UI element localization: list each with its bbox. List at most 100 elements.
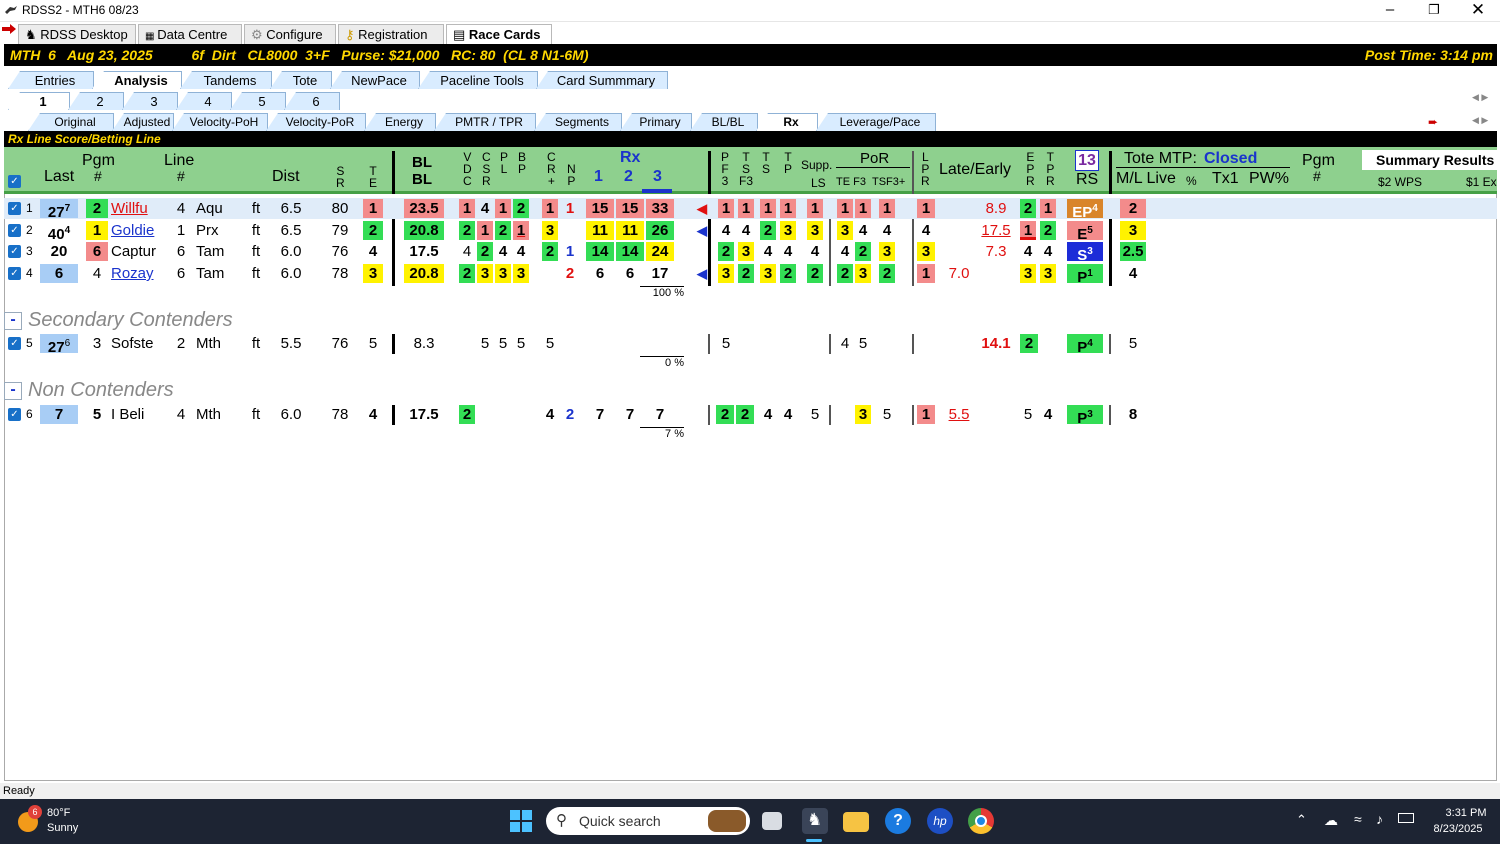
clock-time[interactable]: 3:31 PM xyxy=(1440,807,1492,819)
horse-link[interactable]: Rozay xyxy=(111,264,161,283)
tab-race-4[interactable]: 4 xyxy=(176,92,232,110)
scroll-arrows-icon[interactable]: ◀ ▶ xyxy=(1472,115,1488,126)
main-tab-bar: ♞ RDSS Desktop ▦ Data Centre ⚙ Configure… xyxy=(0,22,1500,44)
tab-velocity-por[interactable]: Velocity-PoR xyxy=(266,113,366,131)
rs-count-box[interactable]: 13 xyxy=(1075,150,1099,171)
t2-cell: 4 xyxy=(763,406,773,423)
tab-race-3[interactable]: 3 xyxy=(122,92,178,110)
ml-cell: 5 xyxy=(1128,335,1138,352)
clock-date[interactable]: 8/23/2025 xyxy=(1424,823,1492,835)
battery-icon[interactable] xyxy=(1398,813,1414,823)
tab-card-summary[interactable]: Card Summmary xyxy=(536,71,668,89)
lpr-cell: 1 xyxy=(917,199,935,218)
tab-race-1[interactable]: 1 xyxy=(8,92,70,110)
rdss-app-icon[interactable]: ♞ xyxy=(802,808,828,834)
collapse-button[interactable]: - xyxy=(4,382,22,400)
tab-velocity-poh[interactable]: Velocity-PoH xyxy=(172,113,268,131)
header-pf3: P F 3 xyxy=(721,150,730,188)
tab-original[interactable]: Original xyxy=(28,113,114,131)
rx-total-pct: 100 % xyxy=(640,286,684,299)
tab-tandems[interactable]: Tandems xyxy=(180,71,272,89)
tote-status: Closed xyxy=(1204,150,1258,167)
row-checkbox[interactable]: ✓ xyxy=(8,224,21,237)
v-cell: 2 xyxy=(459,264,475,283)
collapse-button[interactable]: - xyxy=(4,312,22,330)
pgm-cell: 5 xyxy=(92,406,102,423)
horse-link[interactable]: Goldie xyxy=(111,221,161,240)
line-cell: 6 xyxy=(176,265,186,282)
tab-race-2[interactable]: 2 xyxy=(68,92,124,110)
horse-link[interactable]: Willfu xyxy=(111,199,157,218)
table-row[interactable]: ✓ 6 7 5 I Beli 4 Mth ft 6.0 78 4 17.5 2 … xyxy=(4,404,1497,427)
row-checkbox[interactable]: ✓ xyxy=(8,337,21,350)
tab-rx[interactable]: Rx xyxy=(756,113,818,131)
tp-cell: 1 xyxy=(780,199,796,218)
te-cell: 4 xyxy=(368,406,378,423)
tab-tote[interactable]: Tote xyxy=(270,71,332,89)
rx3-cell: 7 xyxy=(655,406,665,423)
row-checkbox[interactable]: ✓ xyxy=(8,267,21,280)
surface-cell: ft xyxy=(251,265,261,282)
export-arrow-icon[interactable]: ➨ xyxy=(1428,115,1438,129)
track-cell: Prx xyxy=(196,222,219,239)
tab-race-6[interactable]: 6 xyxy=(284,92,340,110)
sort-indicator xyxy=(642,189,672,193)
row-checkbox[interactable]: ✓ xyxy=(8,245,21,258)
chevron-up-icon[interactable]: ⌃ xyxy=(1296,812,1307,828)
epr-cell: 3 xyxy=(1020,264,1036,283)
notification-badge: 6 xyxy=(28,805,42,819)
tab-paceline-tools[interactable]: Paceline Tools xyxy=(418,71,538,89)
tab-data-centre[interactable]: ▦ Data Centre xyxy=(138,24,242,44)
table-row[interactable]: ✓ 5 276 3 Sofste 2 Mth ft 5.5 76 5 8.3 5… xyxy=(4,333,1497,356)
rx2-cell: 11 xyxy=(616,221,644,240)
tab-registration[interactable]: ⚷ Registration xyxy=(338,24,444,44)
tab-adjusted[interactable]: Adjusted xyxy=(112,113,174,131)
table-row[interactable]: ✓ 4 6 4 Rozay 6 Tam ft 6.0 78 3 20.8 2 3… xyxy=(4,263,1497,286)
tab-configure[interactable]: ⚙ Configure xyxy=(244,24,336,44)
scroll-arrows-icon[interactable]: ◀ ▶ xyxy=(1472,92,1488,103)
tab-rdss-desktop[interactable]: ♞ RDSS Desktop xyxy=(18,24,136,44)
tab-pmtr-tpr[interactable]: PMTR / TPR xyxy=(434,113,536,131)
cloud-icon[interactable]: ☁ xyxy=(1324,812,1338,829)
pgm-cell: 6 xyxy=(86,242,108,261)
search-box[interactable]: ⚲ Quick search xyxy=(546,807,750,835)
row-checkbox[interactable]: ✓ xyxy=(8,408,21,421)
tab-analysis[interactable]: Analysis xyxy=(92,71,182,89)
tab-leverage-pace[interactable]: Leverage/Pace xyxy=(816,113,936,131)
chrome-icon[interactable] xyxy=(968,808,994,834)
summary-results-button[interactable]: Summary Results xyxy=(1362,150,1497,170)
table-row[interactable]: ✓ 1 277 2 Willfu 4 Aqu ft 6.5 80 1 23.5 … xyxy=(4,198,1497,221)
help-icon[interactable]: ? xyxy=(885,808,911,834)
select-all-checkbox[interactable]: ✓ xyxy=(8,175,21,188)
horse-name[interactable]: Captur xyxy=(111,242,163,261)
header-tx1: Tx1 xyxy=(1212,170,1239,187)
table-row[interactable]: ✓ 2 404 1 Goldie 1 Prx ft 6.5 79 2 20.8 … xyxy=(4,220,1497,243)
close-button[interactable]: ✕ xyxy=(1456,0,1500,22)
speaker-icon[interactable]: ♪ xyxy=(1376,811,1383,827)
windows-start-icon[interactable] xyxy=(509,809,533,833)
tab-race-cards[interactable]: ▤ Race Cards xyxy=(446,24,552,44)
task-view-icon[interactable] xyxy=(762,812,782,830)
tab-segments[interactable]: Segments xyxy=(534,113,622,131)
tab-blbl[interactable]: BL/BL xyxy=(690,113,758,131)
tab-energy[interactable]: Energy xyxy=(364,113,436,131)
early-cell: 8.9 xyxy=(985,200,1007,217)
tab-newpace[interactable]: NewPace xyxy=(330,71,420,89)
v-cell: 2 xyxy=(459,405,475,424)
row-checkbox[interactable]: ✓ xyxy=(8,202,21,215)
horse-name[interactable]: I Beli xyxy=(111,405,163,424)
tab-race-5[interactable]: 5 xyxy=(230,92,286,110)
header-blbl: BL BL xyxy=(412,154,432,188)
minimize-button[interactable]: – xyxy=(1368,0,1412,22)
wifi-icon[interactable]: ≈ xyxy=(1354,811,1362,827)
horse-name[interactable]: Sofste xyxy=(111,334,163,353)
rs-cell: P3 xyxy=(1067,405,1103,427)
active-app-indicator xyxy=(806,839,822,842)
hp-icon[interactable]: hp xyxy=(927,808,953,834)
restore-button[interactable]: ❐ xyxy=(1412,0,1456,22)
file-explorer-icon[interactable] xyxy=(843,812,869,832)
tab-entries[interactable]: Entries xyxy=(8,71,94,89)
tab-primary[interactable]: Primary xyxy=(620,113,692,131)
table-row[interactable]: ✓ 3 20 6 Captur 6 Tam ft 6.0 76 4 17.5 4… xyxy=(4,241,1497,264)
epr-cell: 1 xyxy=(1020,221,1036,240)
